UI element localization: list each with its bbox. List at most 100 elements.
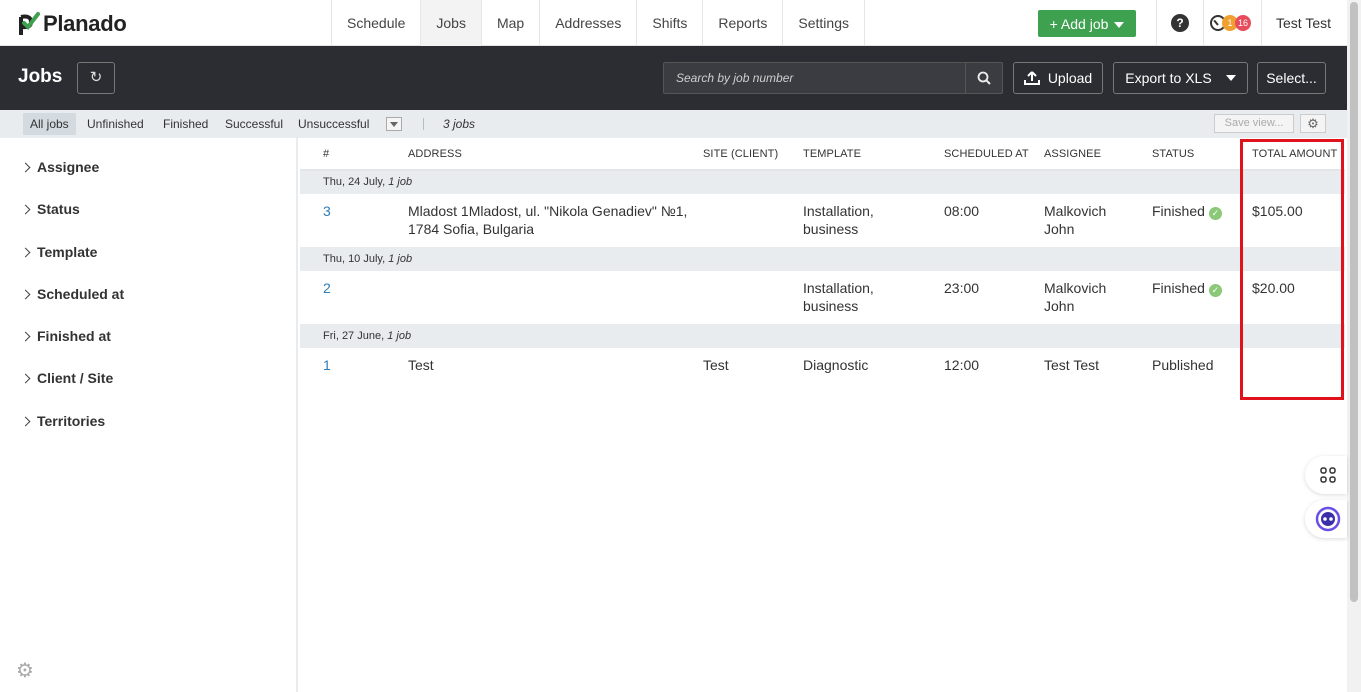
chevron-right-icon: [20, 331, 31, 342]
select-button[interactable]: Select...: [1257, 62, 1326, 94]
col-address[interactable]: ADDRESS: [408, 148, 462, 160]
more-tabs-dropdown[interactable]: [386, 117, 402, 131]
scheduled-cell: 12:00: [944, 357, 980, 373]
date-group-header: Thu, 10 July, 1 job: [300, 248, 1345, 271]
nav-shifts[interactable]: Shifts: [636, 0, 702, 46]
gear-icon[interactable]: ⚙: [16, 658, 34, 683]
col-assignee[interactable]: ASSIGNEE: [1044, 148, 1101, 160]
template-cell: Diagnostic: [803, 357, 869, 373]
nav-settings[interactable]: Settings: [782, 0, 865, 46]
filter-assignee[interactable]: Assignee: [20, 159, 100, 175]
help-icon[interactable]: ?: [1171, 14, 1189, 32]
filter-territories[interactable]: Territories: [20, 413, 106, 429]
filter-template[interactable]: Template: [20, 244, 98, 260]
group-date-label: Thu, 10 July, 1 job: [323, 253, 413, 265]
filter-scheduled-at[interactable]: Scheduled at: [20, 286, 124, 302]
template-line-2: business: [803, 221, 859, 237]
jobs-count: 3 jobs: [443, 117, 476, 131]
address-cell: Mladost 1Mladost, ul. "Nikola Genadiev" …: [408, 202, 687, 238]
col-site-client[interactable]: SITE (CLIENT): [703, 148, 778, 160]
status-cell: Finished ✓: [1152, 202, 1222, 220]
status-cell: Finished ✓: [1152, 279, 1222, 297]
filter-sidebar: Assignee Status Template Scheduled at Fi…: [0, 138, 298, 692]
search-box: [663, 62, 1003, 94]
add-job-label: + Add job: [1049, 15, 1109, 32]
table-row[interactable]: 1 Test Test Diagnostic 12:00 Test Test P…: [300, 348, 1345, 388]
date-group-header: Thu, 24 July, 1 job: [300, 171, 1345, 194]
status-filter-bar: All jobs Unfinished Finished Successful …: [0, 110, 1347, 138]
nav-addresses[interactable]: Addresses: [539, 0, 636, 46]
divider: [423, 118, 424, 130]
table-row[interactable]: 2 Installation, business 23:00 Malkovich…: [300, 271, 1345, 325]
chevron-down-icon: [1114, 21, 1125, 28]
nav-map[interactable]: Map: [480, 0, 539, 46]
status-cell: Published: [1152, 357, 1214, 373]
job-number-link[interactable]: 2: [323, 279, 331, 297]
assignee-cell: Test Test: [1044, 357, 1099, 373]
chatbot-icon: [1315, 506, 1341, 532]
date-group-header: Fri, 27 June, 1 job: [300, 325, 1345, 348]
export-label: Export to XLS: [1125, 70, 1212, 86]
status-text: Finished: [1152, 280, 1205, 296]
chat-assistant-button[interactable]: [1305, 500, 1347, 538]
table-header: # ADDRESS SITE (CLIENT) TEMPLATE SCHEDUL…: [300, 138, 1345, 171]
upload-icon: [1023, 71, 1040, 85]
page-title: Jobs: [18, 66, 63, 87]
scheduled-cell: 08:00: [944, 203, 980, 219]
brand-name: Planado: [43, 11, 127, 36]
apps-grid-icon: [1320, 467, 1336, 483]
refresh-button[interactable]: ↻: [77, 62, 115, 94]
apps-button[interactable]: [1305, 456, 1347, 494]
divider: [1261, 0, 1262, 46]
tab-unfinished[interactable]: Unfinished: [80, 113, 151, 135]
filter-client-site[interactable]: Client / Site: [20, 370, 113, 386]
address-line-2: 1784 Sofia, Bulgaria: [408, 221, 535, 237]
notification-badge-red[interactable]: 16: [1235, 15, 1251, 31]
job-number-link[interactable]: 3: [323, 202, 331, 220]
search-input[interactable]: [664, 63, 966, 93]
divider: [1203, 0, 1204, 46]
filter-label: Territories: [37, 413, 106, 429]
status-text: Finished: [1152, 203, 1205, 219]
job-number-link[interactable]: 1: [323, 356, 331, 374]
tab-unsuccessful[interactable]: Unsuccessful: [291, 113, 376, 135]
assignee-line-2: John: [1044, 221, 1075, 237]
col-number[interactable]: #: [323, 148, 329, 160]
chevron-right-icon: [20, 162, 31, 173]
search-button[interactable]: [965, 63, 1002, 93]
assignee-line-1: Malkovich: [1044, 203, 1107, 219]
nav-jobs[interactable]: Jobs: [420, 0, 481, 46]
main-nav: Schedule Jobs Map Addresses Shifts Repor…: [331, 0, 865, 46]
nav-reports[interactable]: Reports: [702, 0, 782, 46]
export-xls-button[interactable]: Export to XLS: [1113, 62, 1248, 94]
scrollbar-thumb[interactable]: [1350, 2, 1358, 602]
tab-finished[interactable]: Finished: [156, 113, 215, 135]
user-menu[interactable]: Test Test: [1276, 0, 1331, 46]
logo-check-icon: [19, 12, 40, 35]
filter-label: Assignee: [37, 159, 100, 175]
filter-status[interactable]: Status: [20, 201, 80, 217]
save-view-button[interactable]: Save view...: [1214, 114, 1294, 133]
col-scheduled-at[interactable]: SCHEDULED AT: [944, 148, 1029, 160]
gear-icon: ⚙: [1307, 116, 1319, 131]
table-row[interactable]: 3 Mladost 1Mladost, ul. "Nikola Genadiev…: [300, 194, 1345, 248]
tab-all-jobs[interactable]: All jobs: [23, 113, 76, 135]
filter-finished-at[interactable]: Finished at: [20, 328, 111, 344]
filter-label: Template: [37, 244, 98, 260]
refresh-icon: ↻: [89, 69, 103, 86]
template-line-1: Installation,: [803, 280, 874, 296]
tab-successful[interactable]: Successful: [218, 113, 290, 135]
nav-schedule[interactable]: Schedule: [331, 0, 420, 46]
template-line-2: business: [803, 298, 859, 314]
scheduled-cell: 23:00: [944, 280, 980, 296]
table-settings-button[interactable]: ⚙: [1300, 114, 1326, 133]
col-template[interactable]: TEMPLATE: [803, 148, 861, 160]
page-header: Jobs ↻ Upload Export to XLS Select...: [0, 46, 1347, 110]
top-navbar: Planado Schedule Jobs Map Addresses Shif…: [0, 0, 1347, 46]
page-scrollbar[interactable]: [1347, 0, 1361, 692]
planado-logo[interactable]: Planado: [18, 10, 127, 38]
upload-button[interactable]: Upload: [1013, 62, 1103, 94]
col-status[interactable]: STATUS: [1152, 148, 1194, 160]
add-job-button[interactable]: + Add job: [1038, 10, 1136, 37]
template-line-1: Installation,: [803, 203, 874, 219]
